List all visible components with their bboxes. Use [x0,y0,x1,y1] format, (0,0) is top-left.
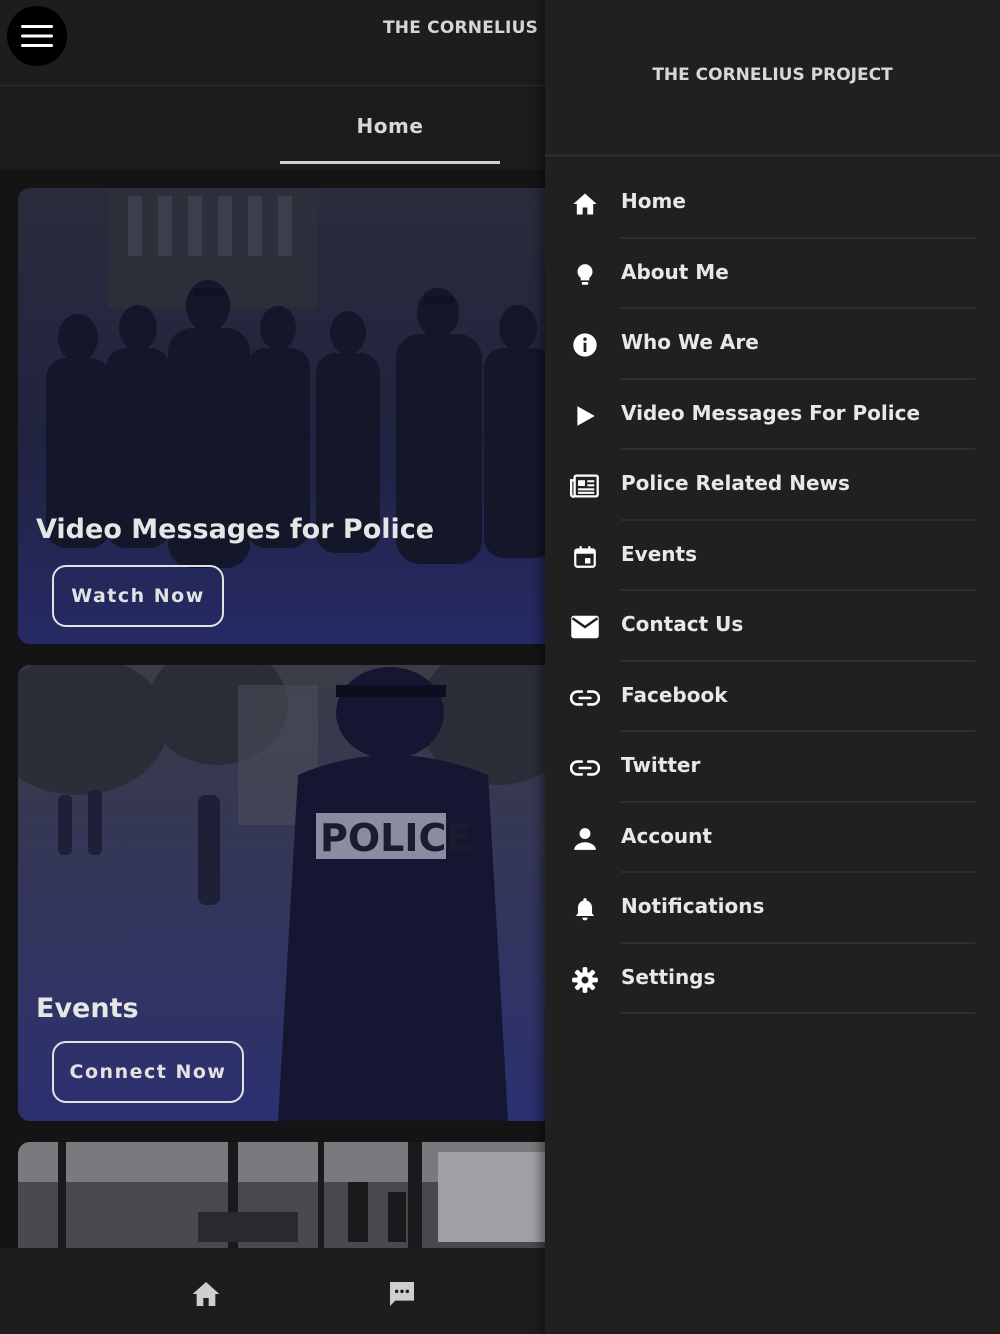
drawer-item-about-me[interactable]: About Me [545,239,1000,309]
drawer-item-contact-us[interactable]: Contact Us [545,591,1000,662]
svg-text:POLICE: POLICE [320,816,472,860]
drawer-item-who-we-are[interactable]: Who We Are [545,309,1000,380]
drawer-item-label: Facebook [621,682,728,707]
drawer-header: THE CORNELIUS PROJECT [545,0,1000,157]
gear-icon [572,966,598,993]
tab-home[interactable]: Home [280,86,500,166]
drawer-item-settings[interactable]: Settings [545,944,1000,1014]
drawer-item-label: Events [621,541,697,566]
nav-drawer: THE CORNELIUS PROJECT Home About Me Who … [545,0,1000,1334]
chat-icon[interactable] [386,1278,418,1310]
card-title: Events [36,993,139,1024]
drawer-item-police-news[interactable]: Police Related News [545,450,1000,521]
drawer-item-label: Home [621,189,686,213]
connect-now-button[interactable]: Connect Now [52,1041,244,1103]
drawer-item-video-messages[interactable]: Video Messages For Police [545,380,1000,450]
hamburger-icon [21,25,53,47]
drawer-item-notifications[interactable]: Notifications [545,873,1000,944]
drawer-item-label: Account [621,823,712,848]
card-title: Video Messages for Police [36,514,435,545]
drawer-item-twitter[interactable]: Twitter [545,732,1000,803]
app-header: THE CORNELIUS P [0,0,546,86]
card-video-messages[interactable]: Video Messages for Police Watch Now [18,188,546,644]
play-icon [577,405,595,426]
drawer-item-home[interactable]: Home [545,168,1000,239]
link-icon [570,689,600,706]
app-root: THE CORNELIUS P Home Video Messages for … [0,0,1000,1334]
card-image-street [18,1142,546,1262]
card-events[interactable]: POLICE Events Connect Now [18,665,546,1121]
drawer-item-label: About Me [621,259,729,284]
divider [621,1012,975,1014]
link-icon [570,760,600,776]
drawer-item-label: Twitter [621,753,701,777]
info-icon [573,333,597,357]
drawer-item-events[interactable]: Events [545,521,1000,591]
drawer-item-facebook[interactable]: Facebook [545,662,1000,732]
calendar-icon [574,545,596,568]
drawer-item-label: Notifications [621,894,765,918]
main-pane: THE CORNELIUS P Home Video Messages for … [0,0,546,1334]
bell-icon [575,898,595,921]
drawer-item-label: Video Messages For Police [621,400,921,425]
bottom-nav [0,1248,546,1334]
drawer-item-label: Who We Are [621,330,759,354]
home-icon [573,193,597,215]
drawer-item-label: Settings [621,964,716,989]
tab-bar: Home [0,86,546,170]
lightbulb-icon [577,263,593,285]
app-title: THE CORNELIUS P [383,18,546,38]
drawer-item-label: Contact Us [621,612,744,636]
drawer-title: THE CORNELIUS PROJECT [652,65,893,85]
menu-button[interactable] [7,6,67,66]
person-icon [574,827,596,850]
drawer-item-account[interactable]: Account [545,803,1000,873]
drawer-item-label: Police Related News [621,471,850,495]
drawer-menu: Home About Me Who We Are Video Messages … [545,168,1000,1014]
home-icon[interactable] [190,1278,222,1310]
mail-icon [571,615,599,639]
newspaper-icon [570,474,599,498]
watch-now-button[interactable]: Watch Now [52,565,224,627]
tab-active-indicator [280,161,500,164]
card-third[interactable] [18,1142,546,1262]
